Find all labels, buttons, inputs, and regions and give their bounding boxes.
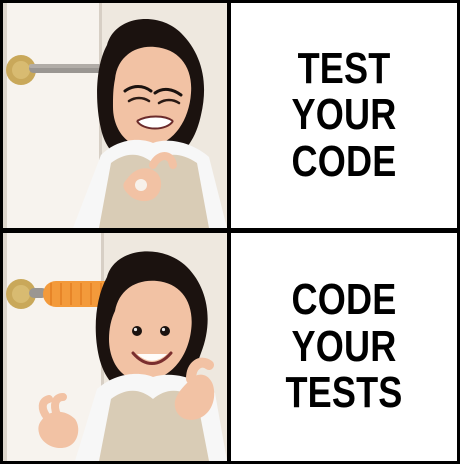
girl-grimace-doorknob-icon (3, 3, 227, 228)
meme-grid: TEST YOUR CODE CODE YOUR TESTS (0, 0, 460, 464)
top-image-panel (3, 3, 227, 228)
top-caption: TEST YOUR CODE (291, 43, 397, 186)
bottom-image-panel (3, 233, 227, 461)
bottom-text-panel: CODE YOUR TESTS (231, 233, 457, 461)
girl-thumbs-up-doorknob-padded-icon (3, 233, 227, 461)
top-text-panel: TEST YOUR CODE (231, 3, 457, 228)
bottom-caption: CODE YOUR TESTS (285, 275, 403, 418)
